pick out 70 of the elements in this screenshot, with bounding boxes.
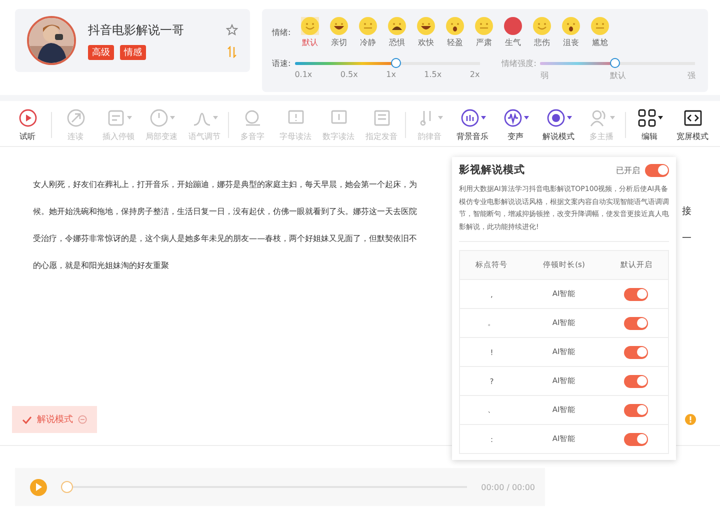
emotion-label: 情绪: — [272, 27, 291, 38]
slider-label: 情绪强度: — [502, 58, 536, 69]
toolbar-button[interactable]: 编辑 — [628, 108, 671, 142]
script-text-fragment: 一 — [682, 233, 692, 244]
emotion-option[interactable]: 亲切 — [331, 37, 348, 48]
tick-label: 2x — [470, 70, 480, 79]
toggle-switch[interactable] — [645, 164, 669, 176]
waveform-icon[interactable] — [502, 108, 522, 128]
toolbar-button[interactable]: 背景音乐 — [451, 108, 494, 142]
emoji-icon[interactable] — [388, 17, 406, 35]
emotion-option[interactable]: 悲伤 — [534, 37, 550, 48]
emoji-icon[interactable] — [446, 17, 464, 35]
sort-icon[interactable] — [227, 46, 237, 58]
emotion-option[interactable]: 轻盈 — [447, 37, 464, 48]
progress-thumb[interactable] — [61, 481, 73, 493]
status-label: 已开启 — [616, 164, 640, 176]
toggle-switch[interactable] — [624, 374, 648, 388]
target-icon[interactable] — [546, 108, 566, 128]
play-icon[interactable] — [35, 483, 42, 491]
script-text-fragment: 接 — [682, 206, 692, 217]
check-icon — [22, 416, 32, 424]
tick-label: 0.1x — [294, 70, 312, 79]
emotion-option[interactable]: 沮丧 — [563, 37, 580, 48]
toolbar-button[interactable]: 宽屏模式 — [671, 108, 714, 142]
popup-title: 影视解说模式 — [459, 163, 525, 177]
emoji-icon[interactable] — [330, 17, 348, 35]
tick-label: 弱 — [540, 70, 548, 81]
toggle-switch[interactable] — [624, 346, 648, 358]
emoji-icon[interactable] — [504, 17, 522, 35]
toolbar-button[interactable]: 解说模式 — [537, 108, 580, 142]
script-text-line: 受治疗，令娜芬非常惊讶的是，这个病人是她多年未见的朋友——春枝，两个好姐妹又见面了，但默契依旧不 — [33, 232, 418, 245]
slider-thumb[interactable] — [610, 58, 620, 68]
time-label: 00:00 / 00:00 — [481, 482, 535, 492]
channel-name: 抖音电影解说一哥 — [88, 22, 184, 38]
play-icon[interactable] — [18, 108, 38, 128]
star-icon[interactable] — [226, 24, 238, 36]
emotion-option[interactable]: 默认 — [302, 37, 318, 48]
slider-label: 语速: — [272, 58, 291, 69]
play-button[interactable] — [30, 478, 47, 496]
emotion-option[interactable]: 严肃 — [476, 37, 492, 48]
script-text-line: 的心愿，就是和阳光姐妹淘的好友重聚 — [33, 259, 169, 272]
caret-icon[interactable] — [658, 116, 662, 120]
emotion-option[interactable]: 生气 — [505, 37, 522, 48]
tick-label: 1.5x — [424, 70, 442, 79]
script-text-line: 女人刚死，好友们在葬礼上，打开音乐，开始蹦迪，娜芬是典型的家庭主妇，每天早晨，她会第一个起床，为 — [33, 178, 417, 191]
tick-label: 0.5x — [340, 70, 358, 79]
toggle-switch[interactable] — [624, 288, 648, 300]
script-text-line: 候。她开始洗碗和拖地，保持房子整洁，生活日复一日，没有起伏，仿佛一眼就看到了头。娜芬这一天去医院 — [33, 205, 417, 218]
emoji-icon[interactable] — [562, 17, 580, 35]
emoji-icon[interactable] — [417, 17, 436, 35]
tick-label: 强 — [687, 70, 696, 81]
info-icon[interactable] — [685, 414, 696, 425]
slider-thumb[interactable] — [391, 58, 402, 68]
tag-badge: 情感 — [120, 44, 146, 60]
tag-badge: 高级 — [88, 44, 114, 60]
toolbar-button[interactable]: 试听 — [6, 108, 49, 142]
mode-tag[interactable]: 解说模式 — [12, 406, 97, 433]
toggle-switch[interactable] — [624, 432, 648, 446]
toggle-switch[interactable] — [624, 316, 648, 330]
toggle-switch[interactable] — [624, 404, 648, 416]
toolbar-button[interactable]: 变声 — [494, 108, 537, 142]
emotion-option[interactable]: 欢快 — [418, 37, 434, 48]
emotion-option[interactable]: 冷静 — [360, 37, 376, 48]
remove-icon[interactable] — [78, 415, 87, 424]
tick-label: 默认 — [610, 70, 626, 81]
grid-icon[interactable] — [636, 108, 656, 128]
emotion-option[interactable]: 尴尬 — [592, 37, 608, 48]
emotion-option[interactable]: 恐惧 — [389, 37, 406, 48]
code-icon[interactable] — [682, 108, 702, 128]
tick-label: 1x — [386, 70, 396, 79]
